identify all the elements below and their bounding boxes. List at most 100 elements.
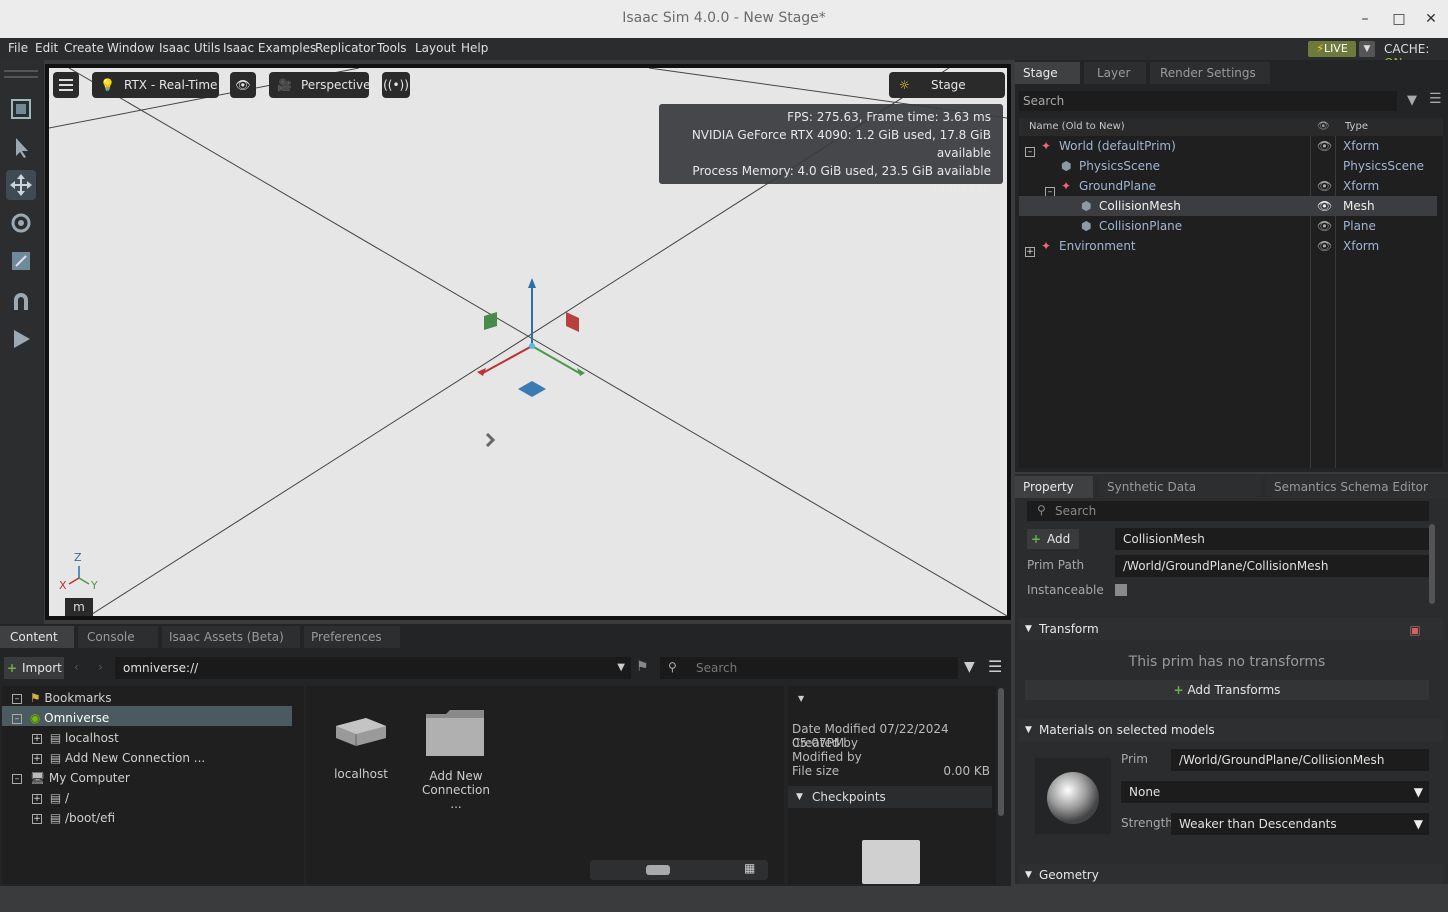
menu-icon[interactable]: ☰ — [1429, 91, 1442, 107]
grid-item-localhost[interactable]: localhost — [326, 706, 396, 806]
close-icon[interactable]: ✕ — [1420, 8, 1442, 30]
tree-row-collisionplane[interactable]: ⬢ CollisionPlane 👁 Plane — [1019, 216, 1437, 236]
grid-scrollbar[interactable]: ▦ — [590, 860, 768, 880]
visibility-eye-icon[interactable]: 👁 — [230, 72, 256, 98]
menu-file[interactable]: File — [8, 41, 28, 55]
move-tool-icon[interactable] — [6, 170, 36, 200]
menu-isaac-examples[interactable]: Isaac Examples — [223, 41, 316, 55]
tab-content[interactable]: Content — [0, 626, 74, 648]
menu-edit[interactable]: Edit — [35, 41, 58, 55]
tree-bookmarks[interactable]: – ⚑ Bookmarks — [12, 688, 111, 708]
tree-row-physicsscene[interactable]: ⬢ PhysicsScene PhysicsScene — [1019, 156, 1437, 176]
instanceable-label: Instanceable — [1027, 583, 1104, 597]
collapse-arrow-icon[interactable]: ▼ — [798, 694, 804, 703]
tab-stage[interactable]: Stage — [1015, 62, 1080, 84]
tree-localhost[interactable]: + ▤ localhost — [32, 728, 119, 748]
audio-wave-icon[interactable]: ((•)) — [382, 72, 410, 98]
strength-select[interactable]: Weaker than Descendants ▼ — [1171, 813, 1429, 835]
visibility-eye-icon[interactable]: 👁 — [1317, 236, 1332, 256]
viewport-settings-icon[interactable] — [53, 72, 79, 98]
property-search-input[interactable]: Search — [1027, 501, 1429, 521]
filter-icon[interactable]: ▼ — [964, 659, 975, 675]
stage-lights-button[interactable]: ☼ Stage Lights — [889, 72, 1005, 118]
column-name[interactable]: Name (Old to New) — [1029, 118, 1125, 136]
modified-by: Modified by — [792, 750, 862, 764]
menu-replicator[interactable]: Replicator — [315, 41, 375, 55]
created-by: Created by — [792, 736, 859, 750]
back-arrow-icon[interactable]: ‹ — [74, 660, 79, 674]
scale-tool-icon[interactable] — [6, 246, 36, 276]
menu-window[interactable]: Window — [107, 41, 154, 55]
prim-path-field[interactable]: /World/GroundPlane/CollisionMesh — [1115, 555, 1429, 577]
forward-arrow-icon[interactable]: › — [98, 660, 103, 674]
play-icon[interactable] — [6, 324, 36, 354]
tab-console[interactable]: Console — [78, 626, 158, 648]
renderer-button[interactable]: 💡 RTX - Real-Time — [92, 72, 219, 98]
omniverse-icon: ◉ — [29, 711, 41, 725]
content-search-input[interactable]: Search — [660, 657, 958, 679]
visibility-eye-icon[interactable]: 👁 — [1317, 216, 1332, 236]
geometry-section-header[interactable]: ▼ Geometry — [1019, 864, 1443, 884]
tree-omniverse[interactable]: – ◉ Omniverse — [12, 708, 109, 728]
filter-icon[interactable]: ▼ — [1407, 93, 1417, 108]
tab-render-settings[interactable]: Render Settings — [1150, 62, 1270, 84]
visibility-eye-icon[interactable]: 👁 — [1317, 176, 1332, 196]
tab-semantics-schema-editor[interactable]: Semantics Schema Editor — [1266, 476, 1448, 498]
menu-help[interactable]: Help — [461, 41, 488, 55]
tree-my-computer[interactable]: – 🖥 My Computer — [12, 768, 130, 788]
tree-row-collisionmesh[interactable]: ⬢ CollisionMesh 👁 Mesh — [1019, 196, 1437, 216]
axis-z-label: Z — [74, 551, 82, 564]
material-select[interactable]: None ▼ — [1121, 781, 1429, 803]
visibility-eye-icon[interactable]: 👁 — [1317, 196, 1332, 216]
live-button[interactable]: ⚡LIVE — [1308, 41, 1356, 57]
import-button[interactable]: + Import — [4, 657, 64, 679]
transform-section-header[interactable]: ▼ Transform ▣ — [1019, 618, 1443, 640]
path-input[interactable]: omniverse:// ▼ — [115, 657, 631, 679]
collapse-icon: – — [12, 773, 22, 784]
material-prim-field[interactable]: /World/GroundPlane/CollisionMesh — [1171, 749, 1429, 771]
materials-section-header[interactable]: ▼ Materials on selected models — [1019, 719, 1443, 741]
minimize-icon[interactable]: – — [1354, 8, 1376, 30]
tree-row-world[interactable]: – ✦ World (defaultPrim) 👁 Xform — [1019, 136, 1437, 157]
checkpoints-header[interactable]: ▼ Checkpoints — [788, 786, 992, 808]
tab-layer[interactable]: Layer — [1084, 62, 1146, 84]
snap-magnet-icon[interactable] — [6, 286, 36, 316]
tree-add-connection[interactable]: + ▤ Add New Connection ... — [32, 748, 205, 768]
transform-options-icon[interactable]: ▣ — [1405, 619, 1425, 639]
pointer-icon[interactable] — [6, 132, 36, 162]
tab-property[interactable]: Property — [1015, 476, 1093, 498]
visibility-eye-icon[interactable]: 👁 — [1317, 136, 1332, 156]
scrollbar[interactable] — [1429, 524, 1435, 604]
tree-boot-efi[interactable]: + ▤ /boot/efi — [32, 808, 115, 828]
add-transforms-button[interactable]: + Add Transforms — [1025, 680, 1429, 700]
stage-search-input[interactable]: Search — [1019, 91, 1397, 111]
grid-item-add-connection[interactable]: Add New Connection ... — [416, 704, 496, 814]
grid-view-icon[interactable]: ▦ — [744, 861, 755, 875]
details-scrollbar[interactable] — [998, 688, 1004, 816]
menu-tools[interactable]: Tools — [377, 41, 407, 55]
menu-layout[interactable]: Layout — [415, 41, 456, 55]
viewport[interactable]: 💡 RTX - Real-Time 👁 🎥 Perspective ((•)) … — [45, 64, 1011, 620]
instanceable-checkbox[interactable] — [1115, 584, 1127, 596]
tree-row-environment[interactable]: + ✦ Environment 👁 Xform — [1019, 236, 1437, 257]
rotate-tool-icon[interactable] — [6, 208, 36, 238]
tab-synthetic-data-recorder[interactable]: Synthetic Data Recorder — [1099, 476, 1261, 516]
column-type[interactable]: Type — [1345, 118, 1368, 136]
expand-icon: + — [32, 733, 42, 744]
bookmark-icon[interactable]: ⚑ — [636, 659, 649, 675]
menu-isaac-utils[interactable]: Isaac Utils — [159, 41, 220, 55]
tab-preferences[interactable]: Preferences — [304, 626, 400, 648]
select-mode-icon[interactable] — [6, 94, 36, 124]
prim-name-field[interactable]: CollisionMesh — [1115, 528, 1429, 550]
dropdown-arrow-icon: ▼ — [1413, 817, 1423, 831]
add-button[interactable]: + Add — [1027, 529, 1079, 549]
live-dropdown-icon[interactable]: ▼ — [1359, 41, 1375, 57]
tree-root-drive[interactable]: + ▤ / — [32, 788, 69, 808]
menu-icon[interactable]: ☰ — [988, 657, 1002, 676]
camera-button[interactable]: 🎥 Perspective — [269, 72, 371, 98]
maximize-icon[interactable]: □ — [1388, 8, 1410, 30]
tab-isaac-assets[interactable]: Isaac Assets (Beta) — [162, 626, 300, 648]
material-prim-label: Prim — [1121, 752, 1148, 766]
menu-create[interactable]: Create — [64, 41, 104, 55]
tree-row-groundplane[interactable]: – ✦ GroundPlane 👁 Xform — [1019, 176, 1437, 197]
